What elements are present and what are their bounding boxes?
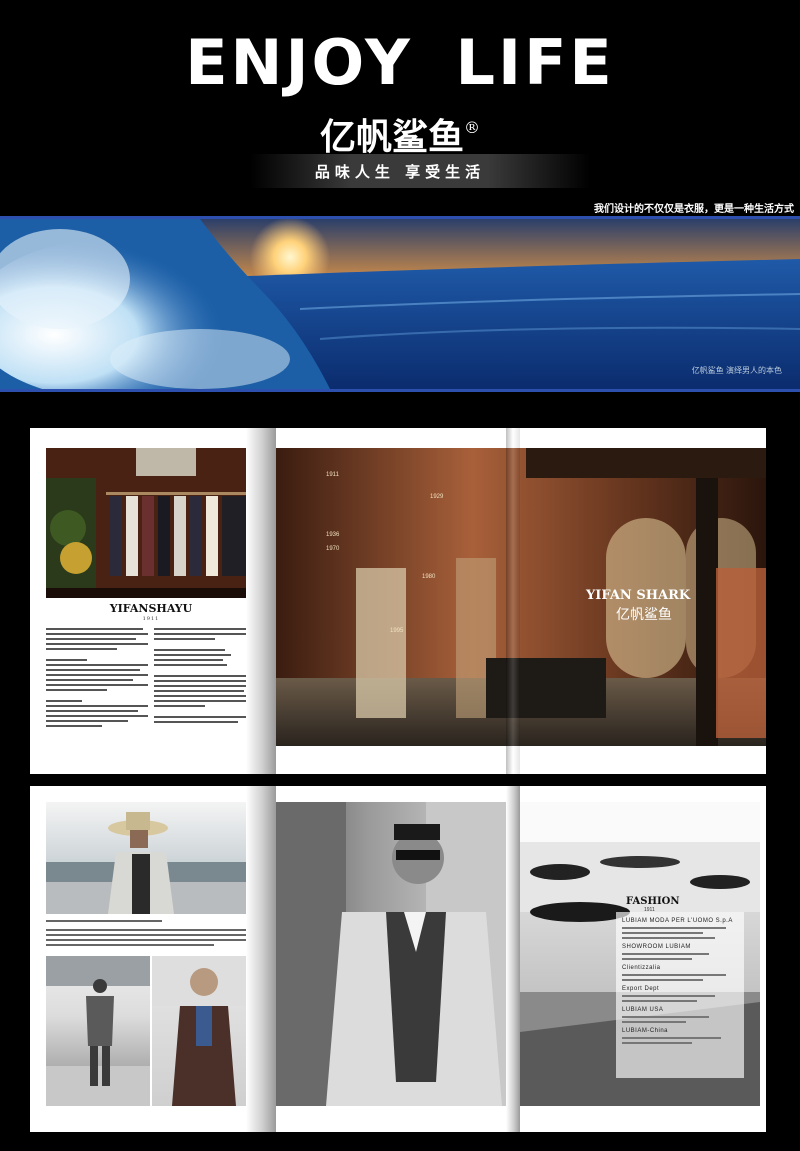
spread-gutter-left: [246, 428, 276, 774]
headline: ENJOY LIFE: [185, 26, 615, 99]
page-title-yifanshayu: YIFANSHAYU: [109, 602, 193, 615]
wave-banner: 亿帆鲨鱼 演绎男人的本色: [0, 216, 800, 392]
timeline-year: 1911: [326, 472, 339, 478]
contact-heading: SHOWROOM LUBIAM: [622, 944, 691, 950]
contact-heading: LUBIAM MODA PER L'UOMO S.p.A: [622, 918, 733, 924]
fashion-subtitle-year: 1911: [644, 907, 655, 913]
fashion-title-text: FASHION: [626, 896, 680, 907]
header: ENJOY LIFE 亿帆鲨鱼® 品味人生 享受生活 我们设计的不仅仅是衣服，更…: [0, 0, 800, 215]
store-title: YIFAN SHARK: [586, 588, 691, 603]
spread-gutter-right: [506, 428, 520, 774]
brochure-spread-2: FASHION LUBIAM MODA PER L'UOMO S.p.A SHO…: [30, 786, 766, 1132]
fashion-title: FASHION: [626, 896, 679, 907]
spread-gutter-left: [246, 786, 276, 1132]
contact-heading: LUBIAM-China: [622, 1028, 669, 1034]
timeline-year: 1929: [430, 494, 444, 500]
timeline-year: 1936: [326, 532, 340, 538]
model-sunglasses-photo: [276, 802, 506, 1106]
tagline: 品味人生 享受生活: [314, 163, 486, 181]
brand-text: 亿帆鲨鱼: [319, 116, 464, 158]
spread-gutter-right: [506, 786, 520, 1132]
model-walking-photo: [46, 956, 150, 1106]
timeline-year: 1980: [422, 574, 436, 580]
text-column-left: [46, 628, 148, 758]
contact-box: LUBIAM MODA PER L'UOMO S.p.A SHOWROOM LU…: [616, 912, 744, 1078]
banner-caption: 亿帆鲨鱼 演绎男人的本色: [691, 366, 782, 375]
page-subtitle-year: 1911: [142, 616, 160, 622]
registered-mark: ®: [464, 118, 480, 137]
model-hat-photo: [46, 802, 256, 914]
text-column-right: [154, 628, 256, 758]
store-interior-photo: [276, 448, 766, 746]
model-jacket-photo: [152, 956, 256, 1106]
wave-banner-image: [0, 219, 800, 389]
contact-heading: Export Dept: [622, 986, 660, 992]
timeline-year: 1970: [326, 546, 340, 552]
contact-heading: Clientizzalia: [622, 965, 661, 971]
timeline-year: 1995: [390, 628, 404, 634]
store-subtitle: 亿帆鲨鱼: [616, 607, 672, 623]
sub-slogan: 我们设计的不仅仅是衣服，更是一种生活方式: [594, 204, 794, 215]
contact-heading: LUBIAM USA: [622, 1007, 664, 1013]
boutique-photo: [46, 448, 256, 598]
brand-name: 亿帆鲨鱼®: [0, 108, 800, 160]
brochure-spread-1: YIFANSHAYU 1911 1911 1929 1936 1970 1980…: [30, 428, 766, 774]
page2-text-block: [46, 920, 256, 949]
